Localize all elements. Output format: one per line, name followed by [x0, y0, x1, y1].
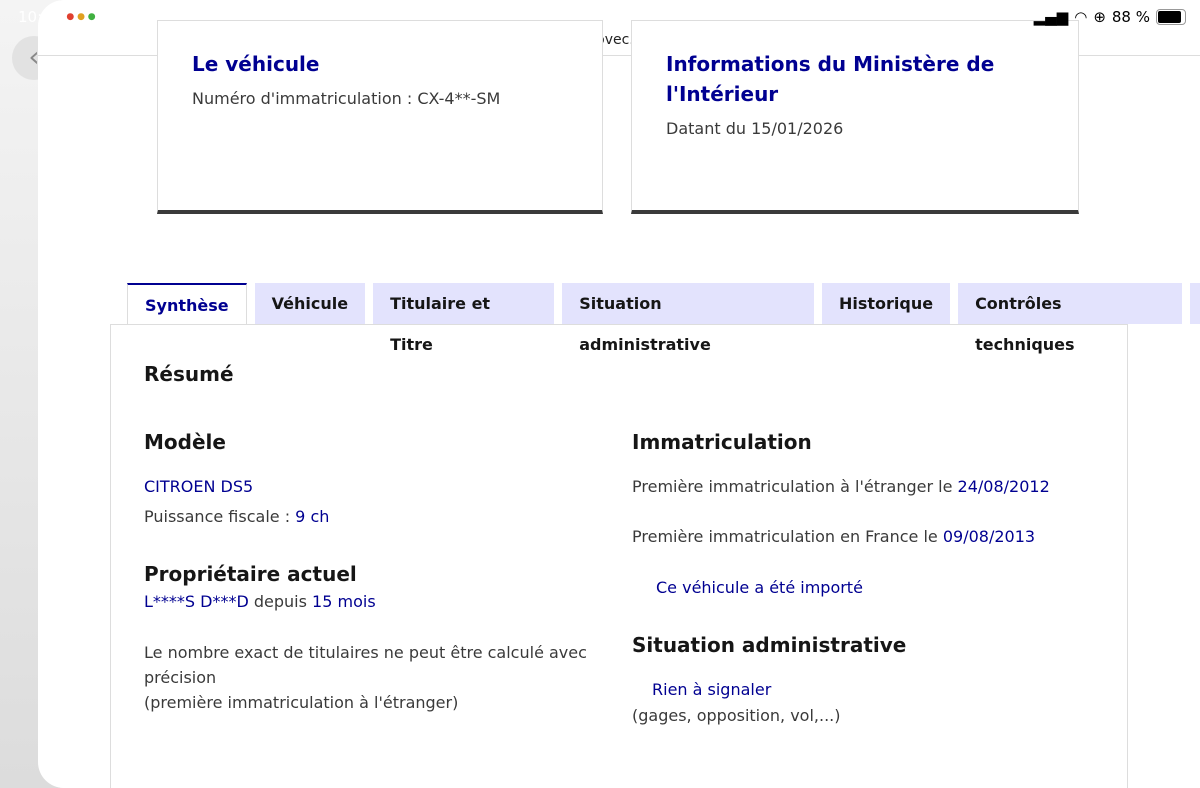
owners-note-text: Le nombre exact de titulaires ne peut êt… — [144, 643, 587, 687]
tab-synthese[interactable]: Synthèse — [127, 283, 247, 325]
signal-icon: ▂▄▆ — [1033, 8, 1069, 26]
multitasking-dots-icon[interactable]: ● ● ● — [60, 6, 102, 28]
status-bar: ▂▄▆ ◠ ⊕ 88 % — [1034, 8, 1186, 26]
france-registration: Première immatriculation en France le 09… — [632, 524, 1035, 549]
tab-vehicule[interactable]: Véhicule — [254, 283, 366, 324]
admin-note: (gages, opposition, vol,...) — [632, 706, 841, 725]
battery-percent: 88 % — [1111, 8, 1150, 26]
status-time: 10:55 — [18, 8, 62, 26]
card-title: Le véhicule — [192, 52, 320, 76]
model-heading: Modèle — [144, 430, 226, 454]
summary-title: Résumé — [144, 362, 234, 386]
admin-heading: Situation administrative — [632, 633, 907, 657]
registration-heading: Immatriculation — [632, 430, 812, 454]
wifi-icon: ◠ — [1074, 8, 1088, 26]
foreign-registration-label: Première immatriculation à l'étranger le — [632, 477, 958, 496]
owners-note-detail: (première immatriculation à l'étranger) — [144, 693, 459, 712]
since-label: depuis — [248, 592, 313, 611]
france-registration-label: Première immatriculation en France le — [632, 527, 943, 546]
owner-name: L****S D***D — [144, 592, 249, 611]
owner-line: L****S D***D depuis 15 mois — [144, 589, 376, 614]
tab-panel — [110, 324, 1128, 788]
card-subtitle: Numéro d'immatriculation : CX-4**-SM — [192, 89, 501, 108]
power-line: Puissance fiscale : 9 ch — [144, 504, 329, 529]
power-value: 9 ch — [295, 507, 330, 526]
tab-historique[interactable]: Historique — [821, 283, 951, 324]
rotation-lock-icon: ⊕ — [1093, 8, 1106, 26]
owner-heading: Propriétaire actuel — [144, 562, 357, 586]
tab-more[interactable] — [1190, 283, 1200, 324]
model-value: CITROEN DS5 — [144, 477, 254, 496]
card-subtitle: Datant du 15/01/2026 — [666, 119, 844, 138]
card-title: Informations du Ministère de l'Intérieur — [666, 52, 995, 106]
tab-situation[interactable]: Situation administrative — [562, 283, 814, 354]
france-registration-date: 09/08/2013 — [942, 527, 1036, 546]
owners-note: Le nombre exact de titulaires ne peut êt… — [144, 640, 604, 715]
admin-status: Rien à signaler — [652, 680, 772, 699]
foreign-registration-date: 24/08/2012 — [957, 477, 1050, 496]
tab-controles[interactable]: Contrôles techniques — [958, 283, 1183, 354]
power-label: Puissance fiscale : — [144, 507, 296, 526]
ministry-card: Informations du Ministère de l'Intérieur… — [631, 20, 1079, 214]
tab-bar: Synthèse Véhicule Titulaire et Titre Sit… — [127, 283, 1200, 354]
foreign-registration: Première immatriculation à l'étranger le… — [632, 474, 1050, 499]
vehicle-card: Le véhicule Numéro d'immatriculation : C… — [157, 20, 603, 214]
web-page: histovec.interieur.gouv.fr Le véhicule N… — [38, 0, 1200, 788]
imported-notice: Ce véhicule a été importé — [656, 578, 863, 597]
battery-icon — [1156, 9, 1186, 25]
tab-titulaire[interactable]: Titulaire et Titre — [373, 283, 555, 354]
since-value: 15 mois — [312, 592, 376, 611]
